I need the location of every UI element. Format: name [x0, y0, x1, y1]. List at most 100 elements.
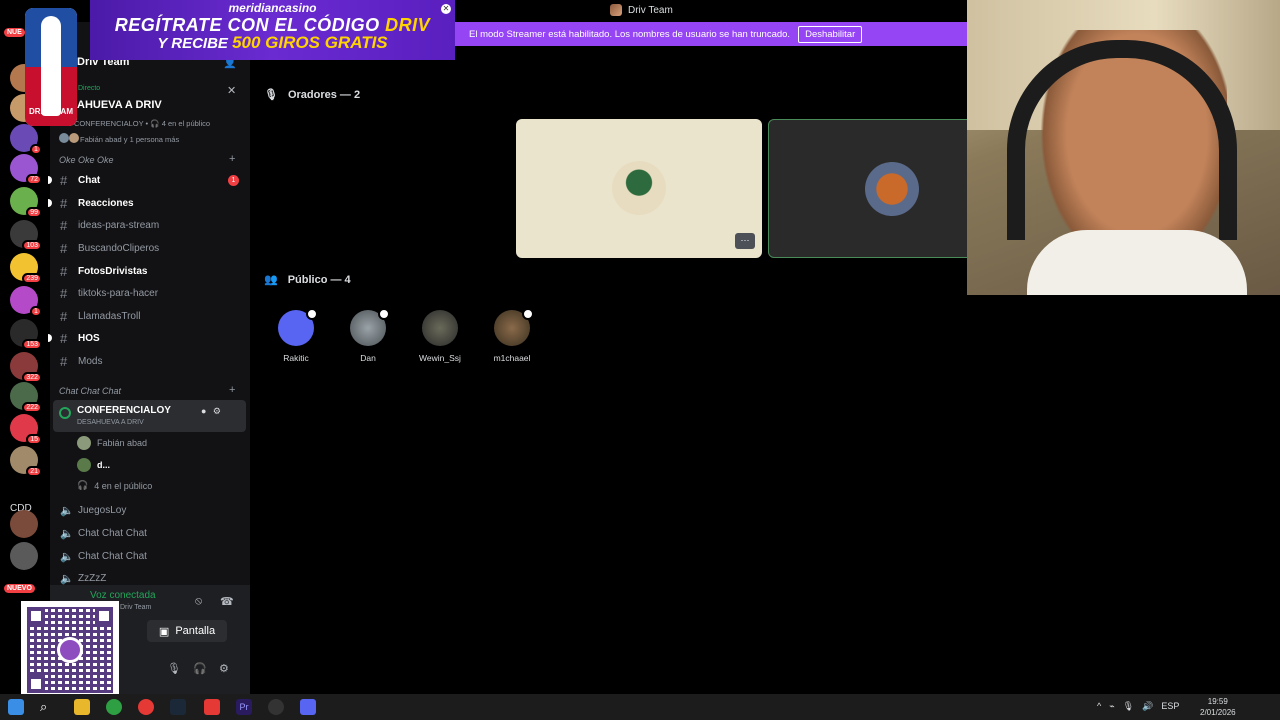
avatar [77, 436, 91, 450]
channel-fotosdrivistas[interactable]: # FotosDrivistas [50, 260, 250, 282]
channel-label: Chat [78, 174, 101, 186]
clock[interactable]: 19:59 2/01/2026 [1200, 696, 1236, 718]
speaker-tile[interactable]: ··· [516, 119, 762, 258]
app-icon[interactable] [204, 699, 220, 715]
server-icon-5[interactable]: 99 [10, 187, 42, 218]
chrome-icon[interactable] [106, 699, 122, 715]
voice-member[interactable]: Fabián abad [77, 436, 147, 450]
search-icon[interactable]: ⌕ [40, 699, 56, 715]
steam-icon[interactable] [170, 699, 186, 715]
voice-channel-label: JuegosLoy [78, 504, 127, 516]
ad-offer: 500 GIROS GRATIS [232, 33, 388, 52]
channel-reacciones[interactable]: # Reacciones [48, 192, 250, 214]
ad-brand: meridiancasino [228, 1, 317, 15]
server-icon-3[interactable]: 1 [10, 124, 42, 155]
channel-tiktoks[interactable]: # tiktoks-para-hacer [50, 282, 250, 304]
channel-actions[interactable]: ● ⚙ [201, 406, 223, 417]
channel-hos[interactable]: # HOS [48, 327, 250, 349]
close-icon[interactable]: ✕ [227, 84, 236, 97]
stage-audience: 🎧 4 en el público [77, 480, 152, 491]
obs-icon[interactable] [268, 699, 284, 715]
unread-badge: 222 [22, 402, 42, 413]
file-explorer-icon[interactable] [74, 699, 90, 715]
hash-icon: # [60, 195, 68, 211]
discord-icon[interactable] [300, 699, 316, 715]
channel-llamadastroll[interactable]: # LlamadasTroll [50, 305, 250, 327]
more-options-button[interactable]: ··· [735, 233, 755, 249]
voice-member[interactable]: d... [77, 458, 110, 472]
category-chat[interactable]: Chat Chat Chat [59, 386, 121, 396]
network-icon[interactable]: ⌁ [1109, 701, 1114, 712]
audience-member[interactable]: Dan [338, 308, 398, 363]
voice-channel-chat-2[interactable]: 🔈 Chat Chat Chat [50, 545, 250, 567]
premiere-icon[interactable]: Pr [236, 699, 252, 715]
disconnect-icon[interactable]: ☎ [220, 595, 234, 608]
streamer-mode-message: El modo Streamer está habilitado. Los no… [469, 28, 791, 40]
media-player-icon[interactable] [138, 699, 154, 715]
logo-text: DRIV TEAM [29, 107, 73, 116]
stage-channel-conferencialoy[interactable]: CONFERENCIALOY DESAHUEVA A DRIV ● ⚙ [53, 400, 246, 432]
speakers-header: 🎙 Oradores — 2 [264, 88, 360, 102]
server-icon-7[interactable]: 239 [10, 253, 42, 284]
server-icon-4[interactable]: 72 [10, 154, 42, 185]
driv-team-logo: DRIV TEAM [25, 8, 77, 126]
voice-member-name: d... [97, 460, 110, 470]
audience-name: Wewin_Ssj [419, 353, 461, 363]
promo-ad[interactable]: meridiancasino REGÍTRATE CON EL CÓDIGO D… [90, 0, 455, 60]
voice-status[interactable]: Voz conectada [90, 590, 156, 601]
channel-buscandocliperos[interactable]: # BuscandoCliperos [50, 237, 250, 259]
webcam-overlay [967, 0, 1280, 295]
channel-chat[interactable]: # Chat 1 [48, 169, 250, 191]
channel-mods[interactable]: # Mods [50, 350, 250, 372]
settings-gear-icon[interactable]: ⚙ [219, 662, 229, 675]
speaker-tile[interactable] [768, 119, 968, 258]
windows-start-icon[interactable] [8, 699, 24, 715]
channel-label: ideas-para-stream [78, 219, 160, 231]
live-listeners: 4 en el público [161, 119, 211, 128]
screen-icon: ▣ [158, 625, 170, 638]
add-channel-icon[interactable]: + [229, 153, 235, 165]
server-icon-9[interactable]: 153 [10, 319, 42, 350]
avatar [278, 308, 318, 346]
ad-line-2a: Y RECIBE [157, 35, 228, 52]
ad-code: DRIV [385, 15, 431, 35]
voice-channel-chat-1[interactable]: 🔈 Chat Chat Chat [50, 522, 250, 544]
category-oke[interactable]: Oke Oke Oke [59, 155, 114, 165]
audience-member[interactable]: Wewin_Ssj [410, 310, 470, 363]
audience-member[interactable]: m1chaael [482, 308, 542, 363]
server-icon-11[interactable]: 222 [10, 382, 42, 413]
server-icon-6[interactable]: 103 [10, 220, 42, 251]
chevron-up-icon[interactable]: ^ [1097, 701, 1101, 712]
audience-icon: 👥 [264, 274, 278, 286]
voice-channel-juegosloy[interactable]: 🔈 JuegosLoy [50, 499, 250, 521]
unread-badge: 21 [26, 466, 42, 477]
avatar [865, 162, 919, 216]
window-title-text: Driv Team [628, 4, 673, 16]
close-ad-icon[interactable]: ✕ [441, 4, 451, 14]
server-icon-12[interactable]: 15 [10, 414, 42, 445]
volume-icon[interactable]: 🔊 [1142, 701, 1153, 712]
unread-badge: 1 [30, 306, 42, 317]
server-icon-14[interactable] [10, 510, 38, 538]
channel-ideas[interactable]: # ideas-para-stream [50, 214, 250, 236]
server-icon-15[interactable] [10, 542, 38, 570]
language-indicator[interactable]: ESP [1161, 701, 1179, 712]
disable-streamer-button[interactable]: Deshabilitar [798, 25, 863, 43]
channel-label: LlamadasTroll [78, 310, 141, 322]
unread-badge: 103 [22, 240, 42, 251]
live-stage-card[interactable]: Directo ✕ AHUEVA A DRIV CONFERENCIALOY •… [50, 80, 250, 150]
add-channel-icon[interactable]: + [229, 384, 235, 396]
yape-logo-icon [57, 637, 83, 663]
audience-member[interactable]: Rakitic [266, 308, 326, 363]
noise-suppression-icon[interactable]: ⦸ [195, 595, 202, 608]
unread-badge: 153 [22, 339, 42, 350]
screen-share-button[interactable]: ▣ Pantalla [147, 620, 227, 642]
microphone-icon[interactable]: 🎙 [167, 662, 181, 675]
hash-icon: # [60, 172, 68, 188]
server-icon-13[interactable]: 21 [10, 446, 42, 477]
headphones-icon[interactable]: 🎧 [193, 662, 207, 675]
server-icon-10[interactable]: 322 [10, 352, 42, 383]
microphone-icon[interactable]: 🎙 [1123, 701, 1134, 712]
system-tray[interactable]: ^ ⌁ 🎙 🔊 ESP [1097, 701, 1179, 712]
server-icon-8[interactable]: 1 [10, 286, 42, 317]
